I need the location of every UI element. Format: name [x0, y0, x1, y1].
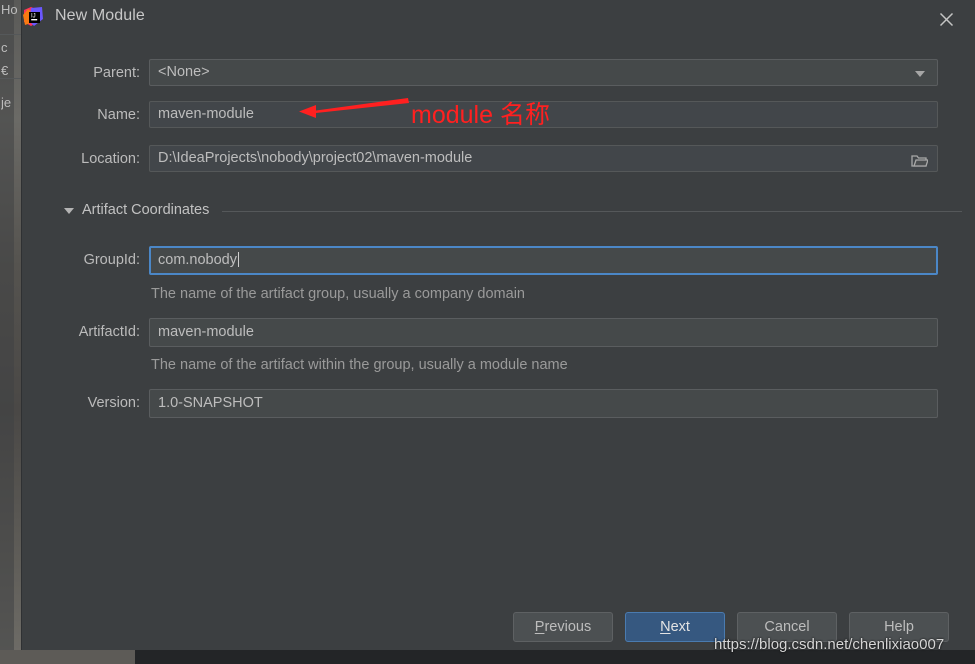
form-row-version: Version: 1.0-SNAPSHOT [22, 389, 975, 419]
artifactid-hint: The name of the artifact within the grou… [151, 357, 568, 373]
new-module-dialog: IJ New Module Parent: <None> Name: maven… [22, 0, 975, 650]
previous-button[interactable]: Previous [513, 612, 613, 642]
background-text-fragment: € [1, 63, 9, 78]
groupid-input[interactable]: com.nobody [149, 246, 938, 275]
name-value: maven-module [158, 106, 254, 122]
triangle-down-icon[interactable] [64, 208, 74, 214]
background-left-strip: Ho c € je [0, 0, 22, 664]
location-input[interactable]: D:\IdeaProjects\nobody\project02\maven-m… [149, 145, 938, 172]
next-label: ext [670, 619, 690, 635]
next-mnemonic: N [660, 619, 671, 635]
location-value: D:\IdeaProjects\nobody\project02\maven-m… [158, 150, 473, 166]
version-value: 1.0-SNAPSHOT [158, 395, 263, 411]
close-icon[interactable] [927, 2, 965, 36]
background-text-fragment: je [1, 95, 12, 110]
folder-browse-icon[interactable] [911, 152, 929, 167]
form-row-location: Location: D:\IdeaProjects\nobody\project… [22, 145, 975, 173]
artifact-coordinates-section-header[interactable]: Artifact Coordinates [62, 200, 962, 222]
location-label: Location: [81, 151, 140, 167]
form-row-parent: Parent: <None> [22, 59, 975, 87]
parent-value: <None> [158, 64, 210, 80]
watermark: https://blog.csdn.net/chenlixiao007 [714, 636, 945, 653]
previous-label: revious [544, 619, 592, 635]
background-text-fragment: c [1, 40, 8, 55]
intellij-idea-icon: IJ [22, 6, 44, 28]
taskbar-band-left [0, 650, 135, 664]
name-label: Name: [97, 107, 140, 123]
parent-combobox[interactable]: <None> [149, 59, 938, 86]
dialog-titlebar: IJ New Module [22, 0, 975, 40]
groupid-hint: The name of the artifact group, usually … [151, 286, 525, 302]
groupid-value: com.nobody [158, 252, 237, 268]
version-label: Version: [87, 395, 140, 411]
dialog-title: New Module [55, 7, 145, 24]
groupid-label: GroupId: [83, 252, 140, 268]
artifactid-input[interactable]: maven-module [149, 318, 938, 347]
chevron-down-icon[interactable] [915, 71, 925, 77]
next-button[interactable]: Next [625, 612, 725, 642]
section-divider [222, 211, 962, 212]
form-row-artifactid: ArtifactId: maven-module [22, 318, 975, 348]
artifactid-value: maven-module [158, 324, 254, 340]
parent-label: Parent: [93, 65, 140, 81]
form-row-groupid: GroupId: com.nobody [22, 246, 975, 276]
svg-text:IJ: IJ [31, 13, 36, 19]
previous-mnemonic: P [534, 619, 545, 635]
text-caret [238, 252, 239, 267]
artifactid-label: ArtifactId: [78, 324, 140, 340]
background-divider [0, 78, 22, 79]
background-divider [0, 34, 22, 35]
version-input[interactable]: 1.0-SNAPSHOT [149, 389, 938, 418]
annotation-label: module 名称 [411, 101, 550, 129]
background-text-fragment: Ho [1, 2, 18, 17]
section-title: Artifact Coordinates [82, 202, 210, 218]
